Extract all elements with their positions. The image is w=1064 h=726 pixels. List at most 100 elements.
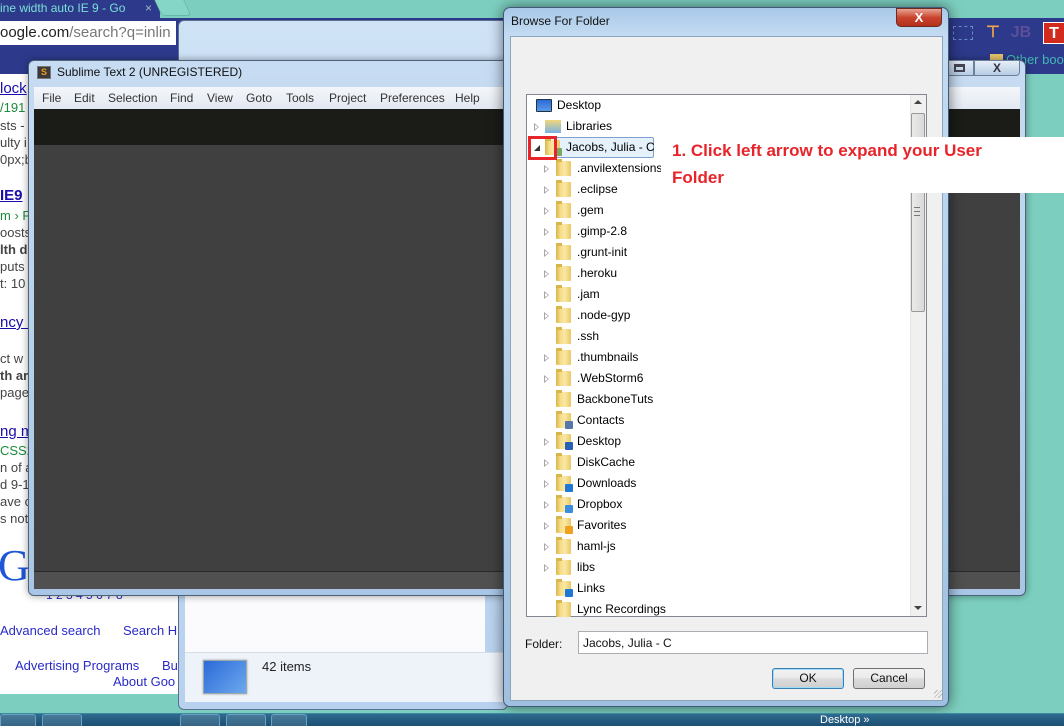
scrollbar-grip-icon (914, 207, 920, 216)
advertising-link[interactable]: Advertising Programs (15, 658, 139, 673)
tree-item[interactable]: Desktop (544, 431, 903, 452)
expand-arrow-icon[interactable] (544, 291, 549, 299)
expand-arrow-icon[interactable] (544, 312, 549, 320)
result-line: lth d (0, 242, 28, 257)
tree-item[interactable]: .WebStorm6 (544, 368, 903, 389)
menu-project[interactable]: Project (329, 91, 366, 105)
tree-item[interactable]: DiskCache (544, 452, 903, 473)
tree-item[interactable]: .heroku (544, 263, 903, 284)
tab-close-icon[interactable]: × (145, 0, 152, 16)
expand-arrow-icon[interactable] (544, 564, 549, 572)
tree-item[interactable]: .gimp-2.8 (544, 221, 903, 242)
menu-tools[interactable]: Tools (286, 91, 314, 105)
sublime-close-button[interactable]: X (974, 60, 1020, 76)
t-extension-icon[interactable]: T (1043, 22, 1064, 44)
taskbar-skype-icon[interactable] (180, 714, 220, 726)
ruler-extension-icon[interactable]: ⊤ (982, 22, 1004, 44)
tree-item-label: Dropbox (577, 497, 623, 511)
result-link[interactable]: lock (0, 80, 27, 97)
resize-grip-icon[interactable] (934, 690, 942, 698)
tree-item[interactable]: Desktop (534, 95, 903, 116)
result-line: t: 10 (0, 276, 26, 291)
tree-item[interactable]: .jam (544, 284, 903, 305)
expand-arrow-icon[interactable] (534, 123, 539, 131)
tree-item[interactable]: Downloads (544, 473, 903, 494)
tree-item-label: .WebStorm6 (577, 371, 644, 385)
expand-arrow-icon[interactable] (544, 501, 549, 509)
menu-selection[interactable]: Selection (108, 91, 157, 105)
tray-toolbar[interactable]: Desktop » (820, 714, 870, 726)
tree-item[interactable]: .ssh (544, 326, 903, 347)
cancel-button[interactable]: Cancel (853, 668, 925, 689)
tree-item[interactable]: haml-js (544, 536, 903, 557)
expand-arrow-icon[interactable] (544, 165, 549, 173)
browser-tab[interactable]: ine width auto IE 9 - Go × (0, 0, 160, 18)
expand-arrow-icon[interactable] (544, 543, 549, 551)
taskbar (0, 713, 1064, 726)
folder-badge-icon (565, 589, 573, 597)
expand-arrow-icon[interactable] (544, 354, 549, 362)
expand-arrow-icon[interactable] (544, 249, 549, 257)
expand-arrow-icon[interactable] (544, 375, 549, 383)
expand-arrow-icon[interactable] (544, 459, 549, 467)
taskbar-opera-icon[interactable] (226, 714, 266, 726)
search-help-link[interactable]: Search H (123, 623, 177, 638)
sublime-title: Sublime Text 2 (UNREGISTERED) (57, 65, 243, 79)
dialog-close-button[interactable]: X (896, 8, 942, 27)
expand-arrow-icon[interactable] (544, 270, 549, 278)
expand-arrow-icon[interactable] (544, 438, 549, 446)
item-count: 42 items (262, 659, 312, 674)
menu-file[interactable]: File (42, 91, 61, 105)
address-bar[interactable]: oogle.com/search?q=inlin (0, 21, 176, 45)
tree-item[interactable]: Links (544, 578, 903, 599)
menu-view[interactable]: View (207, 91, 233, 105)
result-link[interactable]: ncy i (0, 314, 31, 331)
folder-badge-icon (565, 484, 573, 492)
tree-item[interactable]: Libraries (534, 116, 903, 137)
menu-find[interactable]: Find (170, 91, 193, 105)
tree-item[interactable]: Favorites (544, 515, 903, 536)
tree-item-label: Desktop (577, 434, 622, 448)
tree-item[interactable]: BackboneTuts (544, 389, 903, 410)
tree-item[interactable]: Lync Recordings (544, 599, 903, 620)
menu-preferences[interactable]: Preferences (380, 91, 445, 105)
tree-item[interactable]: Dropbox (544, 494, 903, 515)
tree-item[interactable]: Contacts (544, 410, 903, 431)
scroll-down-icon[interactable] (914, 606, 922, 610)
result-link[interactable]: IE9 (0, 187, 23, 204)
jb-extension-icon[interactable]: JB (1010, 22, 1032, 44)
expand-arrow-icon[interactable] (544, 480, 549, 488)
tree-item[interactable]: .thumbnails (544, 347, 903, 368)
folder-icon (556, 306, 571, 323)
ok-button[interactable]: OK (772, 668, 844, 689)
tree-item[interactable]: libs (544, 557, 903, 578)
folder-icon (556, 243, 571, 260)
scroll-up-icon[interactable] (914, 100, 922, 104)
tree-item-label: haml-js (577, 539, 616, 553)
tree-item-label: Favorites (577, 518, 627, 532)
tree-item[interactable]: .gem (544, 200, 903, 221)
taskbar-sublime-icon[interactable] (271, 714, 307, 726)
menu-help[interactable]: Help (455, 91, 480, 105)
expand-arrow-icon[interactable] (544, 186, 549, 194)
start-button[interactable] (0, 714, 36, 726)
expand-arrow-icon[interactable] (544, 207, 549, 215)
folder-icon (556, 600, 571, 617)
tree-item[interactable]: .grunt-init (544, 242, 903, 263)
expand-arrow-icon[interactable] (544, 228, 549, 236)
dialog-title: Browse For Folder (511, 14, 610, 28)
window-extension-icon[interactable] (953, 26, 973, 40)
folder-icon (556, 201, 571, 218)
menu-goto[interactable]: Goto (246, 91, 272, 105)
contacts-folder-icon (556, 411, 573, 429)
folder-input[interactable] (578, 631, 928, 654)
advanced-search-link[interactable]: Advanced search (0, 623, 100, 638)
about-link[interactable]: About Goo (113, 674, 175, 689)
expand-arrow-icon[interactable] (544, 522, 549, 530)
folder-badge-icon (565, 505, 573, 513)
taskbar-outlook-icon[interactable] (42, 714, 82, 726)
tree-item[interactable]: .node-gyp (544, 305, 903, 326)
menu-edit[interactable]: Edit (74, 91, 95, 105)
folder-icon (556, 369, 571, 386)
business-link[interactable]: Bu (162, 658, 178, 673)
